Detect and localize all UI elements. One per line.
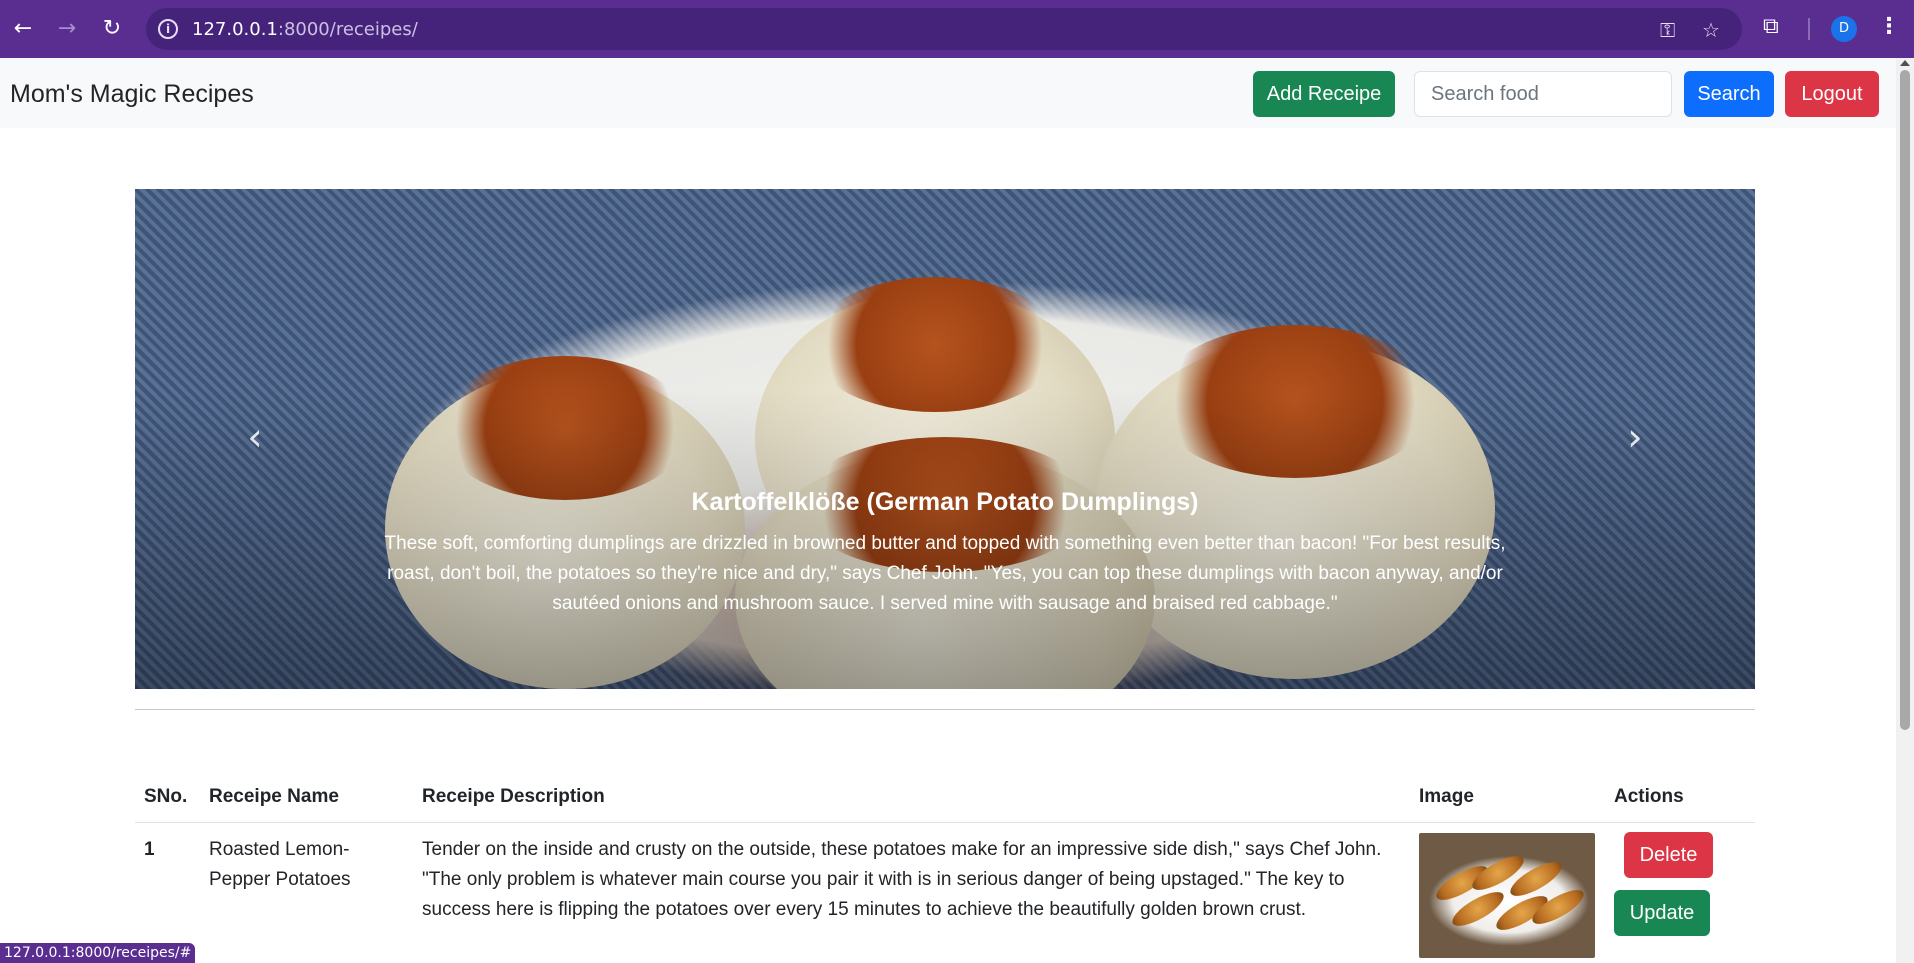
- back-arrow-icon[interactable]: ←: [8, 14, 38, 44]
- reload-icon[interactable]: ↻: [97, 14, 127, 44]
- section-divider: [135, 709, 1755, 710]
- recipe-carousel: ‹ › Kartoffelklöße (German Potato Dumpli…: [135, 189, 1755, 689]
- search-input[interactable]: [1414, 71, 1672, 117]
- browser-menu-icon[interactable]: ⋮: [1878, 14, 1900, 39]
- link-status-bubble: 127.0.0.1:8000/receipes/#: [0, 943, 196, 963]
- header-name: Receipe Name: [200, 774, 413, 823]
- recipe-thumbnail: [1419, 832, 1595, 958]
- header-image: Image: [1410, 774, 1605, 823]
- app-navbar: Mom's Magic Recipes Add Receipe Search L…: [0, 58, 1896, 128]
- update-button[interactable]: Update: [1614, 889, 1710, 936]
- delete-button[interactable]: Delete: [1624, 831, 1713, 878]
- search-button[interactable]: Search: [1684, 71, 1774, 117]
- toolbar-divider: [1808, 18, 1810, 40]
- url-host: 127.0.0.1: [192, 19, 278, 40]
- address-bar[interactable]: i 127.0.0.1:8000/receipes/ ⚿ ☆: [146, 8, 1742, 50]
- carousel-prev-icon[interactable]: ‹: [235, 417, 275, 457]
- header-actions: Actions: [1605, 774, 1755, 823]
- brand-title[interactable]: Mom's Magic Recipes: [10, 80, 254, 109]
- url-path: :8000/receipes/: [277, 19, 418, 40]
- profile-avatar[interactable]: D: [1831, 16, 1857, 42]
- extensions-icon[interactable]: ⧉: [1763, 14, 1779, 39]
- table-header-row: SNo. Receipe Name Receipe Description Im…: [135, 774, 1755, 823]
- bookmark-star-icon[interactable]: ☆: [1702, 18, 1720, 42]
- scrollbar-thumb[interactable]: [1900, 70, 1910, 730]
- header-sno: SNo.: [135, 774, 200, 823]
- carousel-title: Kartoffelklöße (German Potato Dumplings): [691, 488, 1199, 516]
- row-description: Tender on the inside and crusty on the o…: [422, 838, 1382, 920]
- page-scrollbar[interactable]: [1896, 58, 1914, 963]
- forward-arrow-icon[interactable]: →: [52, 14, 82, 44]
- site-info-icon[interactable]: i: [158, 19, 178, 39]
- table-row: 1 Roasted Lemon-Pepper Potatoes Tender o…: [135, 822, 1755, 963]
- address-url[interactable]: 127.0.0.1:8000/receipes/: [192, 19, 418, 40]
- password-key-icon[interactable]: ⚿: [1660, 18, 1675, 42]
- carousel-caption: Kartoffelklöße (German Potato Dumplings)…: [365, 488, 1525, 619]
- logout-button[interactable]: Logout: [1785, 71, 1879, 117]
- carousel-next-icon[interactable]: ›: [1615, 417, 1655, 457]
- row-sno: 1: [144, 838, 155, 860]
- header-description: Receipe Description: [413, 774, 1410, 823]
- scroll-up-arrow-icon[interactable]: [1900, 60, 1910, 66]
- row-name: Roasted Lemon-Pepper Potatoes: [209, 838, 351, 890]
- add-receipe-button[interactable]: Add Receipe: [1253, 71, 1395, 117]
- recipes-table: SNo. Receipe Name Receipe Description Im…: [135, 774, 1755, 963]
- carousel-description: These soft, comforting dumplings are dri…: [384, 533, 1506, 614]
- browser-toolbar: ← → ↻ i 127.0.0.1:8000/receipes/ ⚿ ☆ ⧉ D…: [0, 0, 1914, 58]
